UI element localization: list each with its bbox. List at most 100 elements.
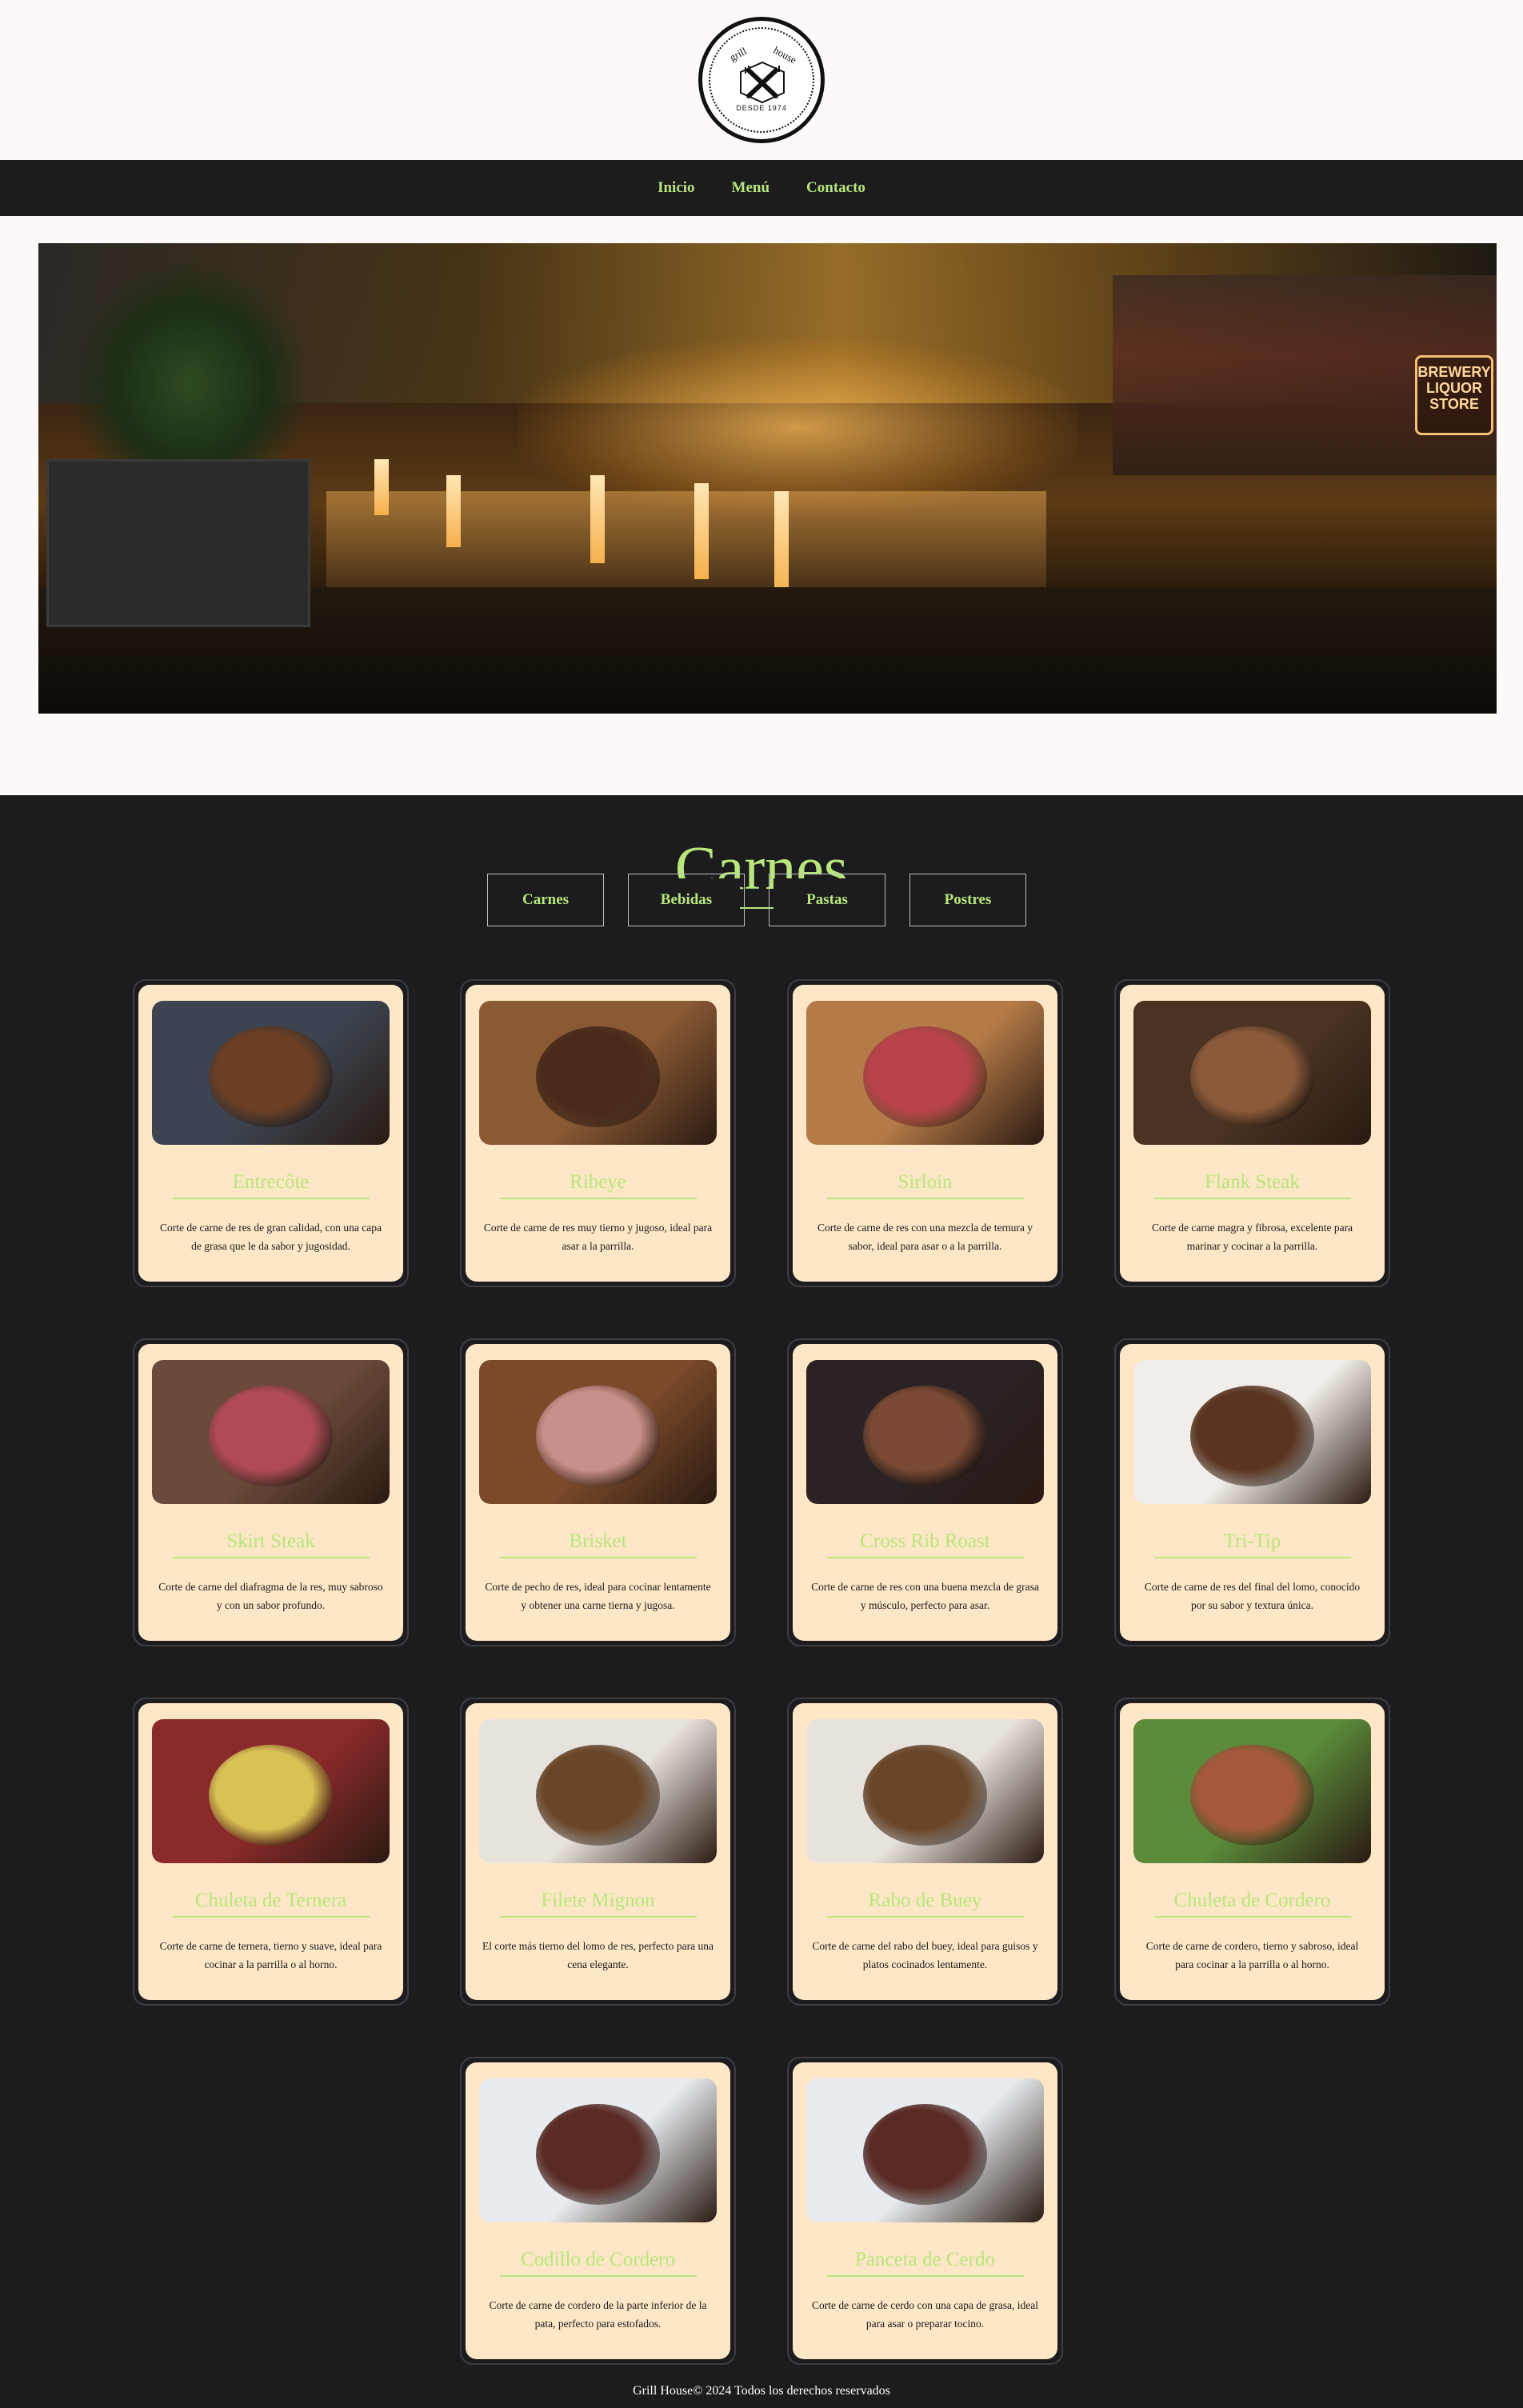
dish-food xyxy=(209,1026,333,1128)
dish-photo xyxy=(1133,1360,1371,1504)
menu-card[interactable]: Filete Mignon El corte más tierno del lom… xyxy=(460,1698,736,2006)
dish-photo xyxy=(806,2078,1044,2222)
neon-sign: BREWERY LIQUOR STORE xyxy=(1415,355,1493,435)
dish-photo xyxy=(806,1360,1044,1504)
menu-card-body: Skirt Steak Corte de carne del diafragma … xyxy=(138,1344,403,1641)
dish-photo xyxy=(806,1001,1044,1145)
site-footer: Grill House© 2024 Todos los derechos res… xyxy=(633,2384,890,2398)
site-header: grill house DESDE 1974 xyxy=(0,0,1523,160)
grill-house-logo[interactable]: grill house DESDE 1974 xyxy=(698,17,825,143)
dish-description: Corte de carne de cordero de la parte in… xyxy=(489,2299,707,2330)
nav-contacto[interactable]: Contacto xyxy=(806,179,865,197)
dish-description: Corte de carne del rabo del buey, ideal … xyxy=(812,1940,1038,1970)
dish-name: Codillo de Cordero xyxy=(520,2249,676,2270)
menu-section: Carnes Entrecôte Corte de carne de res de… xyxy=(0,795,1523,2365)
nav-inicio[interactable]: Inicio xyxy=(658,179,694,197)
menu-card[interactable]: Entrecôte Corte de carne de res de gran c… xyxy=(133,979,409,1287)
tab-label: Bebidas xyxy=(633,878,740,922)
menu-card[interactable]: Chuleta de Cordero Corte de carne de cord… xyxy=(1114,1698,1390,2006)
dish-description: Corte de carne de cerdo con una capa de … xyxy=(812,2299,1038,2330)
dish-food xyxy=(863,1026,987,1128)
tab-pastas[interactable]: Pastas xyxy=(769,874,885,926)
tab-label: Postres xyxy=(914,878,1021,922)
dish-name-underline xyxy=(499,1557,697,1558)
dish-name: Skirt Steak xyxy=(226,1530,315,1552)
menu-card[interactable]: Brisket Corte de pecho de res, ideal para… xyxy=(460,1338,736,1646)
menu-card[interactable]: Rabo de Buey Corte de carne del rabo del … xyxy=(787,1698,1063,2006)
dish-description: Corte de carne de res del final del lomo… xyxy=(1144,1581,1361,1611)
dish-name: Sirloin xyxy=(897,1171,953,1193)
dish-food xyxy=(536,1026,660,1128)
dish-photo xyxy=(479,1719,717,1863)
tab-postres[interactable]: Postres xyxy=(909,874,1026,926)
light-pillar xyxy=(446,475,461,547)
menu-card[interactable]: Sirloin Corte de carne de res con una mez… xyxy=(787,979,1063,1287)
hero-section: BREWERY LIQUOR STORE Carnes Bebidas Pastas… xyxy=(0,216,1523,926)
main-nav: Inicio Menú Contacto xyxy=(0,160,1523,216)
menu-card-body: Chuleta de Ternera Corte de carne de tern… xyxy=(138,1703,403,2000)
dish-name: Cross Rib Roast xyxy=(860,1530,990,1552)
crossed-forks-icon xyxy=(740,61,785,104)
dish-description: Corte de pecho de res, ideal para cocina… xyxy=(485,1581,711,1611)
logo-since: DESDE 1974 xyxy=(736,104,787,112)
menu-card-body: Entrecôte Corte de carne de res de gran c… xyxy=(138,985,403,1282)
dish-food xyxy=(1190,1026,1314,1128)
menu-card-body: Rabo de Buey Corte de carne del rabo del … xyxy=(793,1703,1057,2000)
menu-card[interactable]: Chuleta de Ternera Corte de carne de tern… xyxy=(133,1698,409,2006)
light-pillar xyxy=(374,459,389,515)
dish-photo xyxy=(479,1360,717,1504)
dish-name: Chuleta de Cordero xyxy=(1173,1890,1331,1911)
menu-card-body: Flank Steak Corte de carne magra y fibros… xyxy=(1120,985,1385,1282)
menu-card[interactable]: Tri-Tip Corte de carne de res del final d… xyxy=(1114,1338,1390,1646)
menu-card[interactable]: Ribeye Corte de carne de res muy tierno y… xyxy=(460,979,736,1287)
menu-card-body: Sirloin Corte de carne de res con una mez… xyxy=(793,985,1057,1282)
dish-photo xyxy=(806,1719,1044,1863)
dish-name-underline xyxy=(172,1198,370,1199)
dish-food xyxy=(863,1386,987,1487)
menu-card[interactable]: Cross Rib Roast Corte de carne de res con… xyxy=(787,1338,1063,1646)
light-pillar xyxy=(694,483,709,579)
dish-description: Corte de carne de res de gran calidad, c… xyxy=(160,1222,382,1252)
dish-name: Ribeye xyxy=(570,1171,626,1193)
dish-name: Filete Mignon xyxy=(541,1890,655,1911)
dish-photo xyxy=(1133,1001,1371,1145)
dish-description: Corte de carne de ternera, tierno y suav… xyxy=(159,1940,382,1970)
menu-grid: Entrecôte Corte de carne de res de gran c… xyxy=(133,979,1390,2365)
dish-name: Brisket xyxy=(569,1530,627,1552)
dish-name-underline xyxy=(1153,1916,1351,1918)
dish-food xyxy=(1190,1745,1314,1846)
dish-food xyxy=(863,2104,987,2206)
menu-card[interactable]: Skirt Steak Corte de carne del diafragma … xyxy=(133,1338,409,1646)
dish-name-underline xyxy=(499,2275,697,2277)
dish-name-underline xyxy=(1153,1557,1351,1558)
dish-name-underline xyxy=(826,1198,1024,1199)
menu-card[interactable]: Flank Steak Corte de carne magra y fibros… xyxy=(1114,979,1390,1287)
dish-photo xyxy=(152,1001,390,1145)
category-tabs: Carnes Bebidas Pastas Postres xyxy=(0,874,1518,926)
dish-food xyxy=(536,1745,660,1846)
plant-image xyxy=(70,259,310,467)
dish-name: Chuleta de Ternera xyxy=(194,1890,347,1911)
dish-photo xyxy=(152,1360,390,1504)
dish-food xyxy=(209,1386,333,1487)
dish-name-underline xyxy=(1153,1198,1351,1199)
dish-description: Corte de carne de res muy tierno y jugos… xyxy=(483,1222,713,1252)
menu-card[interactable]: Panceta de Cerdo Corte de carne de cerdo … xyxy=(787,2057,1063,2365)
menu-card-body: Panceta de Cerdo Corte de carne de cerdo … xyxy=(793,2062,1057,2359)
menu-card[interactable]: Codillo de Cordero Corte de carne de cord… xyxy=(460,2057,736,2365)
dish-description: Corte de carne de res con una buena mezc… xyxy=(811,1581,1039,1611)
menu-card-body: Tri-Tip Corte de carne de res del final d… xyxy=(1120,1344,1385,1641)
dish-name-underline xyxy=(172,1916,370,1918)
light-pillar xyxy=(774,491,789,595)
tab-carnes[interactable]: Carnes xyxy=(487,874,604,926)
dish-description: Corte de carne magra y fibrosa, excelent… xyxy=(1151,1222,1353,1252)
dish-name-underline xyxy=(826,1916,1024,1918)
dish-name-underline xyxy=(172,1557,370,1558)
tab-label: Pastas xyxy=(773,878,881,922)
dish-name-underline xyxy=(499,1916,697,1918)
tab-bebidas[interactable]: Bebidas xyxy=(628,874,745,926)
nav-menu[interactable]: Menú xyxy=(732,179,770,197)
dish-name-underline xyxy=(826,1557,1024,1558)
menu-card-body: Ribeye Corte de carne de res muy tierno y… xyxy=(466,985,730,1282)
dish-name: Rabo de Buey xyxy=(868,1890,982,1911)
